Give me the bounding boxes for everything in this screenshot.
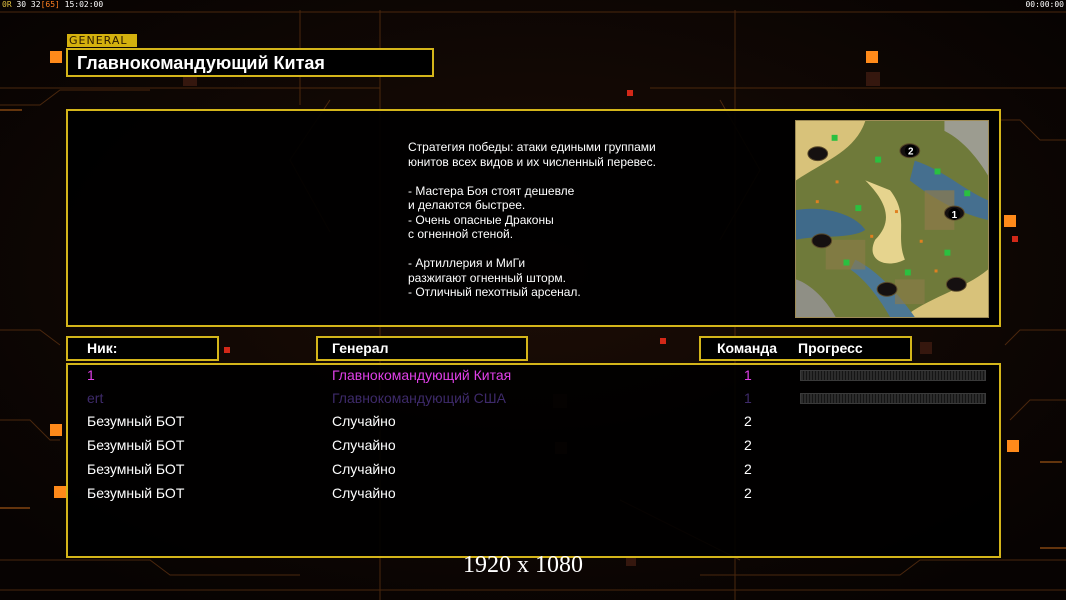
player-nick: Безумный БОТ xyxy=(87,485,185,501)
player-row[interactable]: Безумный БОТ Случайно 2 xyxy=(68,485,999,507)
resolution-label: 1920 x 1080 xyxy=(463,552,583,578)
map-marker-1-label: 1 xyxy=(952,210,958,221)
player-row[interactable]: 1 Главнокомандующий Китая 1 xyxy=(68,367,999,389)
map-marker-2-label: 2 xyxy=(908,147,914,158)
player-row[interactable]: Безумный БОТ Случайно 2 xyxy=(68,413,999,435)
player-team: 2 xyxy=(744,461,752,477)
column-nick-label: Ник: xyxy=(87,340,118,356)
player-team: 2 xyxy=(744,413,752,429)
column-header-general[interactable]: Генерал xyxy=(316,336,528,361)
column-progress-label: Прогресс xyxy=(798,340,863,356)
player-team: 2 xyxy=(744,485,752,501)
hud-fps: 30 32 xyxy=(16,0,41,9)
player-nick: Безумный БОТ xyxy=(87,437,185,453)
column-team-label: Команда xyxy=(717,340,777,356)
player-progress-bar xyxy=(800,393,986,404)
fps-counter: 0R 30 32[65] 15:02:00 xyxy=(2,0,103,9)
hud-clock: 15:02:00 xyxy=(64,0,104,9)
column-general-label: Генерал xyxy=(332,340,389,356)
map-preview: 1 2 xyxy=(795,120,989,318)
hud-fps-limit: [65] xyxy=(40,0,60,9)
game-timer: 00:00:00 xyxy=(1025,0,1064,9)
column-header-nick[interactable]: Ник: xyxy=(66,336,219,361)
player-progress-bar xyxy=(800,370,986,381)
general-description: Стратегия победы: атаки едиными группами… xyxy=(408,140,656,299)
player-general: Случайно xyxy=(332,485,396,501)
hud-mode: 0R xyxy=(2,0,12,9)
player-general: Случайно xyxy=(332,413,396,429)
player-general: Случайно xyxy=(332,461,396,477)
player-row[interactable]: Безумный БОТ Случайно 2 xyxy=(68,437,999,459)
player-nick: Безумный БОТ xyxy=(87,413,185,429)
player-nick: ert xyxy=(87,390,104,406)
title-box: Главнокомандующий Китая xyxy=(66,48,434,77)
column-header-team-progress[interactable]: Команда Прогресс xyxy=(699,336,912,361)
page-title: Главнокомандующий Китая xyxy=(77,53,325,73)
player-general: Случайно xyxy=(332,437,396,453)
player-team: 1 xyxy=(744,367,752,383)
player-nick: Безумный БОТ xyxy=(87,461,185,477)
player-row[interactable]: Безумный БОТ Случайно 2 xyxy=(68,461,999,483)
player-row[interactable]: ert Главнокомандующий США 1 xyxy=(68,390,999,412)
player-nick: 1 xyxy=(87,367,95,383)
player-general: Главнокомандующий Китая xyxy=(332,367,512,383)
general-tag: GENERAL xyxy=(67,34,137,47)
player-team: 1 xyxy=(744,390,752,406)
general-info-panel: Стратегия победы: атаки едиными группами… xyxy=(66,109,1001,327)
player-general: Главнокомандующий США xyxy=(332,390,506,406)
player-list: 1 Главнокомандующий Китая 1 ert Главноко… xyxy=(66,363,1001,558)
player-team: 2 xyxy=(744,437,752,453)
